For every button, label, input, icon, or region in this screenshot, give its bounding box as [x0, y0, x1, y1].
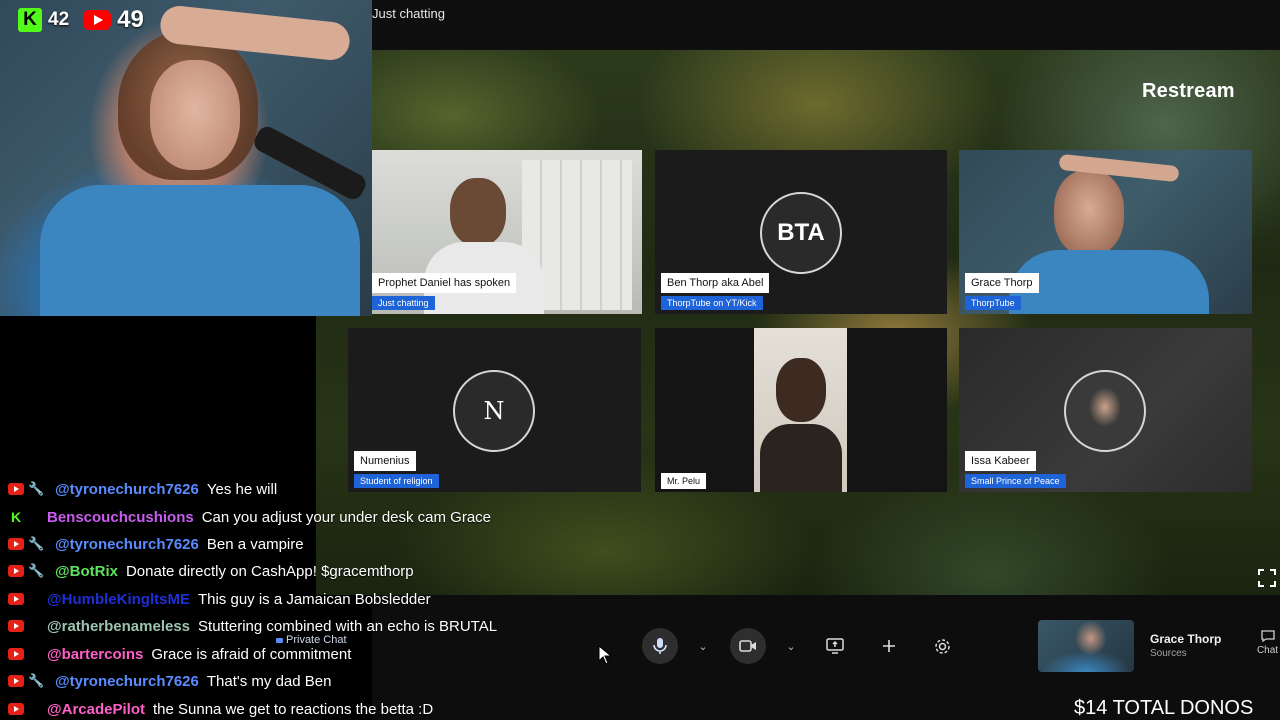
participant-video: [754, 328, 847, 492]
chat-username[interactable]: @ratherbenameless: [47, 618, 190, 635]
chat-message: 🔧 @BotRix Donate directly on CashApp! $gra…: [8, 560, 414, 582]
studio-topbar: Just chatting: [372, 0, 1280, 50]
plus-icon: [883, 640, 895, 652]
chat-message-text: This guy is a Jamaican Bobsledder: [197, 590, 431, 608]
chat-username[interactable]: @tyronechurch7626: [55, 673, 199, 690]
chat-username[interactable]: @BotRix: [55, 563, 118, 580]
participant-tile[interactable]: BTA Ben Thorp aka Abel ThorpTube on YT/K…: [655, 150, 947, 314]
participant-subtitle: Student of religion: [354, 474, 439, 488]
youtube-logo-icon: [8, 483, 24, 495]
youtube-logo-icon: [8, 593, 24, 605]
participant-subtitle: Small Prince of Peace: [965, 474, 1066, 488]
participant-name: Issa Kabeer: [965, 451, 1036, 471]
settings-button[interactable]: [927, 628, 957, 664]
chat-message-text: Donate directly on CashApp! $gracemthorp: [125, 562, 414, 580]
chat-message-text: Yes he will: [206, 480, 278, 498]
screen-share-icon: [826, 638, 844, 654]
participant-avatar: BTA: [760, 192, 842, 274]
chat-message: 🔧 @tyronechurch7626 That's my dad Ben: [8, 670, 331, 692]
kick-viewer-count: 42: [48, 9, 70, 30]
chat-message: K Benscouchcushions Can you adjust your un…: [8, 506, 491, 528]
stream-title: Just chatting: [372, 6, 445, 21]
chat-message: @ratherbenameless Stuttering combined wit…: [8, 615, 497, 637]
chat-button[interactable]: Chat: [1255, 630, 1280, 656]
participant-subtitle: Just chatting: [372, 296, 435, 310]
chat-username[interactable]: Benscouchcushions: [47, 509, 194, 526]
participant-tile[interactable]: Prophet Daniel has spoken Just chatting: [372, 150, 642, 314]
participant-name: Grace Thorp: [965, 273, 1039, 293]
participant-name: Mr. Pelu: [661, 473, 707, 489]
moderator-wrench-icon: 🔧: [28, 536, 45, 551]
mouse-cursor-icon: [598, 645, 612, 665]
screen-share-button[interactable]: [820, 628, 850, 664]
youtube-logo-icon: [8, 565, 24, 577]
streamer-facecam: K 42 49: [0, 0, 372, 316]
participant-name: Prophet Daniel has spoken: [372, 273, 517, 293]
chat-message-text: Grace is afraid of commitment: [151, 645, 352, 663]
participant-name: Ben Thorp aka Abel: [661, 273, 770, 293]
camera-options-chevron-icon[interactable]: ⌄: [776, 628, 806, 664]
participant-subtitle: ThorpTube: [965, 296, 1021, 310]
participant-tile[interactable]: Issa Kabeer Small Prince of Peace: [959, 328, 1252, 492]
chat-username[interactable]: @tyronechurch7626: [55, 481, 199, 498]
add-button[interactable]: [874, 628, 904, 664]
camera-toggle-button[interactable]: [730, 628, 766, 664]
participant-tile[interactable]: Grace Thorp ThorpTube: [959, 150, 1252, 314]
chat-message: @ArcadePilot the Sunna we get to reaction…: [8, 698, 433, 720]
settings-icon: [934, 638, 950, 654]
chat-message-text: Can you adjust your under desk cam Grace: [201, 508, 492, 526]
chat-username[interactable]: @tyronechurch7626: [55, 536, 199, 553]
self-preview-thumbnail[interactable]: [1038, 620, 1134, 672]
chat-username[interactable]: @bartercoins: [47, 646, 143, 663]
chat-username[interactable]: @ArcadePilot: [47, 701, 145, 718]
chat-bubble-icon: [276, 637, 283, 643]
participant-avatar: [1064, 370, 1146, 452]
kick-logo-icon: K: [10, 509, 22, 525]
sources-link[interactable]: Sources: [1150, 648, 1187, 659]
chat-message: 🔧 @tyronechurch7626 Yes he will: [8, 478, 277, 500]
camera-icon: [739, 640, 756, 652]
youtube-logo-icon: [8, 703, 24, 715]
viewer-counters: K 42 49: [18, 6, 144, 34]
chat-message-text: Stuttering combined with an echo is BRUT…: [198, 617, 498, 635]
kick-logo-icon: K: [18, 8, 42, 32]
chat-message-text: the Sunna we get to reactions the betta …: [152, 700, 434, 718]
participant-tile[interactable]: Mr. Pelu: [655, 328, 947, 492]
youtube-logo-icon: [8, 538, 24, 550]
chat-message-text: That's my dad Ben: [206, 672, 332, 690]
self-preview-name: Grace Thorp: [1150, 632, 1222, 646]
microphone-icon: [653, 638, 667, 654]
moderator-wrench-icon: 🔧: [28, 563, 45, 578]
moderator-wrench-icon: 🔧: [28, 673, 45, 688]
youtube-viewer-count: 49: [117, 6, 144, 33]
moderator-wrench-icon: 🔧: [28, 481, 45, 496]
participant-avatar: N: [453, 370, 535, 452]
chat-message-text: Ben a vampire: [206, 535, 304, 553]
chat-message: @HumbleKingltsME This guy is a Jamaican B…: [8, 588, 431, 610]
youtube-logo-icon: [83, 10, 112, 30]
studio-controls: ⌄ ⌄: [580, 626, 980, 666]
youtube-logo-icon: [8, 620, 24, 632]
chat-message: 🔧 @tyronechurch7626 Ben a vampire: [8, 533, 304, 555]
restream-logo: Restream: [1142, 80, 1235, 102]
participant-name: Numenius: [354, 451, 416, 471]
chat-bubble-icon: [1260, 630, 1275, 643]
youtube-logo-icon: [8, 648, 24, 660]
mic-toggle-button[interactable]: [642, 628, 678, 664]
chat-button-label: Chat: [1256, 645, 1279, 656]
youtube-logo-icon: [8, 675, 24, 687]
participant-subtitle: ThorpTube on YT/Kick: [661, 296, 763, 310]
participant-tile[interactable]: N Numenius Student of religion: [348, 328, 641, 492]
fullscreen-icon[interactable]: [1258, 569, 1276, 587]
total-donations: $14 TOTAL DONOS: [1074, 697, 1254, 719]
mic-options-chevron-icon[interactable]: ⌄: [688, 628, 718, 664]
chat-message: @bartercoins Grace is afraid of commitmen…: [8, 643, 351, 665]
chat-username[interactable]: @HumbleKingltsME: [47, 591, 190, 608]
